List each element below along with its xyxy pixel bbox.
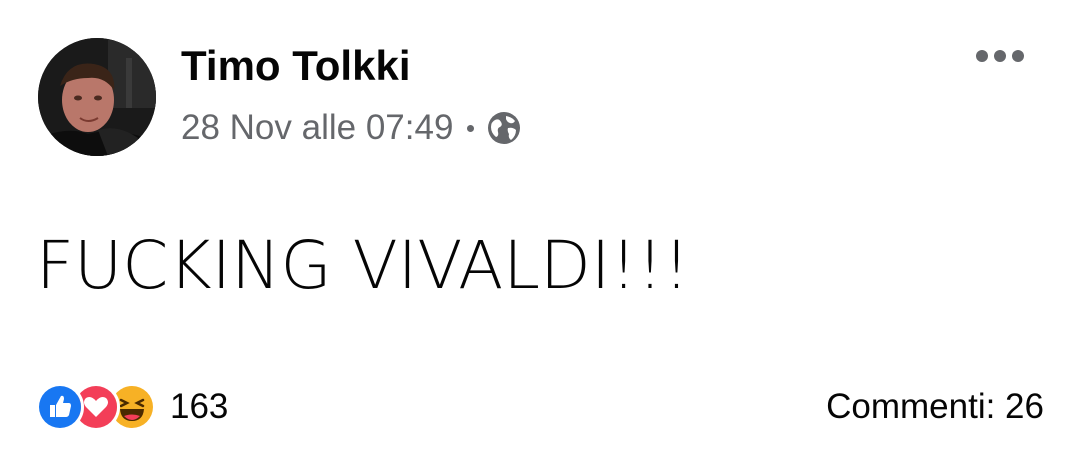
like-icon: [36, 383, 84, 431]
avatar-photo: [38, 38, 156, 156]
more-dot: [976, 50, 988, 62]
post-timestamp[interactable]: 28 Nov alle 07:49: [181, 108, 453, 148]
author-avatar[interactable]: [38, 38, 156, 156]
more-dot: [1012, 50, 1024, 62]
more-options-icon[interactable]: [976, 50, 1024, 62]
comments-count[interactable]: Commenti: 26: [826, 382, 1044, 432]
post-message: FUCKING VIVALDI!!!: [36, 227, 690, 304]
reaction-count: 163: [170, 387, 229, 426]
separator-dot: [467, 124, 475, 132]
globe-icon[interactable]: [486, 110, 522, 146]
more-dot: [994, 50, 1006, 62]
post-meta: 28 Nov alle 07:49: [181, 104, 522, 152]
post-card: Timo Tolkki 28 Nov alle 07:49 FUCKING VI…: [0, 0, 1080, 466]
reactions-summary[interactable]: 163: [36, 382, 228, 432]
author-name[interactable]: Timo Tolkki: [181, 38, 410, 94]
